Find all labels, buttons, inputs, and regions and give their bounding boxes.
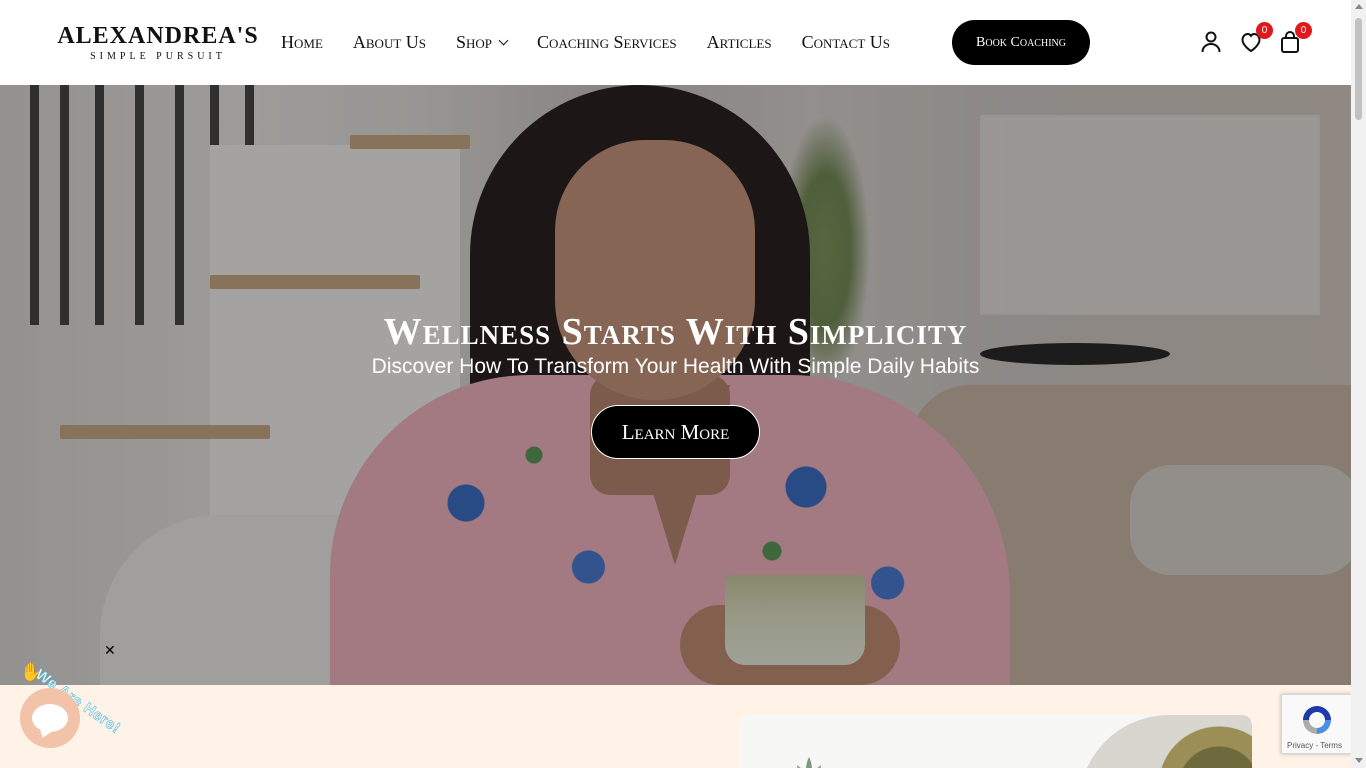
scroll-down-arrow-icon[interactable] [1355,758,1363,763]
nav-item-coaching-services[interactable]: Coaching Services [537,30,677,54]
nav-item-contact-us[interactable]: Contact Us [802,30,890,54]
scrollbar-thumb[interactable] [1355,18,1362,120]
hero-overlay [0,85,1351,685]
nav-item-shop[interactable]: Shop [456,30,509,54]
main-nav: Home About Us Shop Coaching Services Art… [281,30,920,54]
logo-tagline-text: Simple Pursuit [90,51,226,62]
intro-image-card [739,715,1252,768]
hero-subtitle: Discover How To Transform Your Health Wi… [371,355,980,378]
cart-button[interactable]: 0 [1278,22,1312,54]
bowl-image [1079,715,1252,768]
learn-more-button[interactable]: Learn More [591,405,760,459]
lotus-icon [797,757,821,768]
logo-tagline: Simple Pursuit [54,52,262,62]
nav-item-about-us[interactable]: About Us [353,30,426,54]
recaptcha-badge[interactable]: Privacy - Terms [1281,694,1351,754]
book-coaching-button[interactable]: Book Coaching [952,20,1090,65]
site-header: ALEXANDREA'S Simple Pursuit Home About U… [0,0,1351,85]
recaptcha-icon [1303,706,1331,734]
logo-wordmark: ALEXANDREA'S [57,23,259,49]
nav-item-shop-label: Shop [456,31,493,52]
cart-count-badge: 0 [1295,22,1312,39]
wishlist-count-badge: 0 [1256,22,1273,39]
chat-close-icon[interactable]: ✕ [104,644,118,658]
wishlist-button[interactable]: 0 [1239,22,1273,54]
hero-title: Wellness Starts With Simplicity [383,311,968,353]
hero-section: Wellness Starts With Simplicity Discover… [0,85,1351,685]
user-icon [1201,31,1221,53]
chat-launcher-button[interactable] [20,688,80,748]
chat-bubble-icon [32,704,68,732]
nav-item-home[interactable]: Home [281,30,323,54]
chevron-down-icon [498,35,509,45]
nav-item-articles[interactable]: Articles [707,30,772,54]
page-scrollbar[interactable] [1351,0,1366,768]
scroll-up-arrow-icon[interactable] [1355,4,1363,9]
recaptcha-privacy-terms[interactable]: Privacy - Terms [1287,741,1342,750]
account-button[interactable] [1199,30,1223,54]
site-logo[interactable]: ALEXANDREA'S Simple Pursuit [54,24,262,62]
